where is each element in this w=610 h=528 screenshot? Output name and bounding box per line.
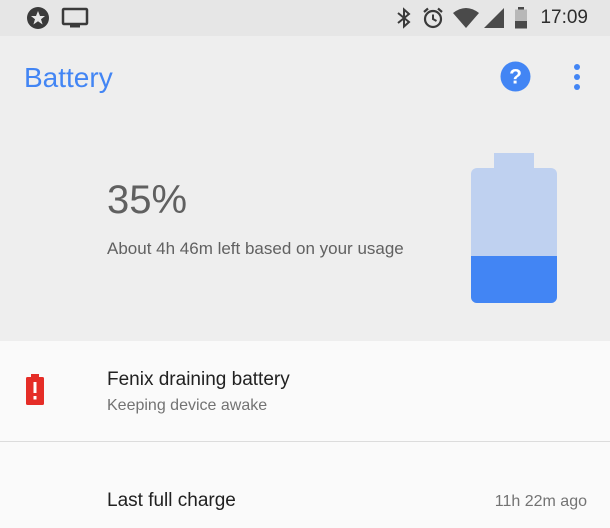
wifi-icon	[453, 8, 479, 28]
overflow-menu-icon[interactable]	[565, 62, 589, 92]
last-full-charge-label: Last full charge	[107, 490, 236, 511]
alarm-icon	[423, 7, 443, 29]
status-time: 17:09	[540, 7, 588, 28]
svg-text:?: ?	[509, 66, 522, 89]
cell-signal-icon	[484, 8, 504, 28]
drain-alert-subtitle: Keeping device awake	[107, 397, 268, 414]
drain-alert-row[interactable]: Fenix draining battery Keeping device aw…	[0, 341, 610, 442]
drain-alert-title: Fenix draining battery	[107, 369, 290, 390]
bluetooth-icon	[397, 7, 411, 29]
help-button[interactable]: ?	[500, 61, 531, 92]
battery-status-icon	[515, 7, 527, 29]
battery-header: Battery ? 35% About 4h 46m left based on…	[0, 36, 610, 341]
status-bar: 17:09	[0, 0, 610, 36]
last-full-charge-row[interactable]: Last full charge 11h 22m ago	[0, 442, 610, 528]
page-title: Battery	[24, 62, 113, 93]
battery-level-icon	[471, 153, 557, 303]
cast-screen-icon	[61, 7, 89, 28]
battery-percentage: 35%	[107, 178, 188, 222]
battery-remaining-text: About 4h 46m left based on your usage	[107, 239, 404, 258]
star-badge-icon	[27, 7, 49, 29]
battery-alert-icon	[26, 374, 44, 405]
last-full-charge-value: 11h 22m ago	[494, 493, 587, 510]
